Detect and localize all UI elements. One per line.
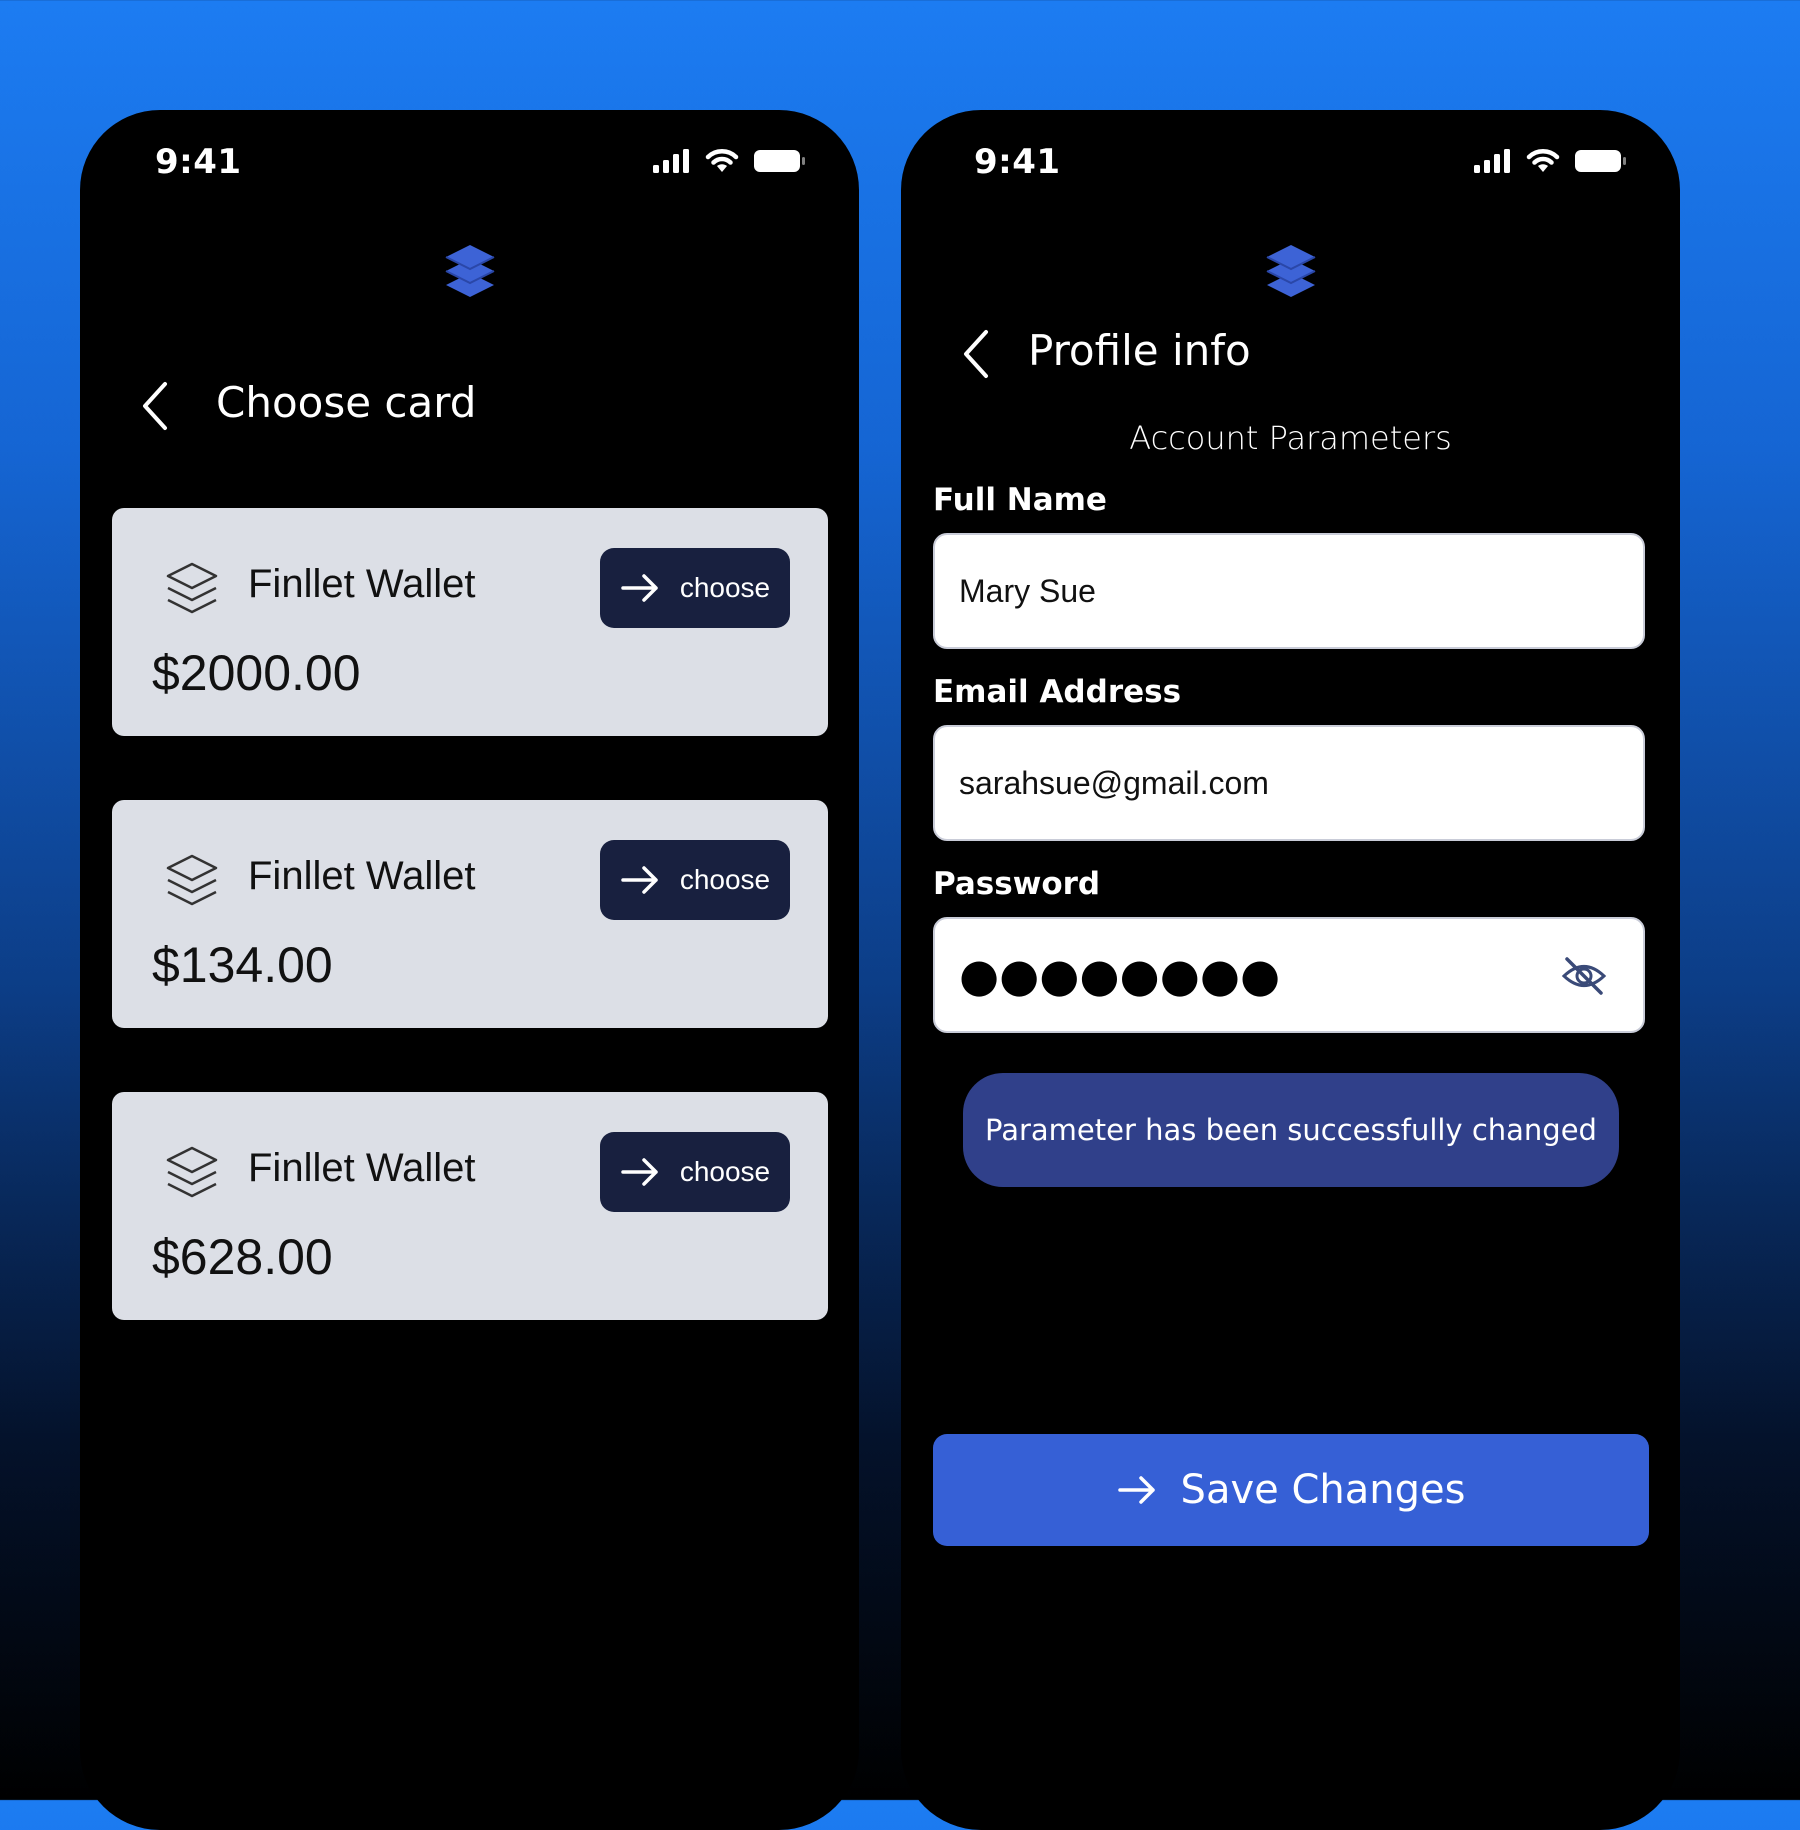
battery-icon — [754, 150, 805, 172]
password-field[interactable]: ●●●●●●●● — [933, 917, 1645, 1033]
status-icons — [653, 148, 807, 174]
stacked-layers-icon — [1265, 243, 1317, 303]
stack-outline-icon — [164, 560, 220, 622]
success-toast: Parameter has been successfully changed — [963, 1073, 1619, 1187]
section-title: Account Parameters — [1129, 419, 1452, 457]
full-name-input[interactable] — [959, 572, 1559, 610]
status-time: 9:41 — [974, 142, 1061, 182]
wallet-balance: $628.00 — [152, 1229, 333, 1285]
wallet-card[interactable]: Finllet Wallet $628.00 choose — [112, 1092, 828, 1320]
chevron-left-icon — [964, 330, 988, 378]
wifi-icon — [1526, 149, 1560, 172]
choose-button[interactable]: choose — [600, 840, 790, 920]
status-icons — [1474, 148, 1628, 174]
cellular-signal-icon — [1474, 149, 1510, 173]
save-changes-button[interactable]: Save Changes — [933, 1434, 1649, 1546]
page-title: Choose card — [216, 378, 477, 427]
email-label: Email Address — [933, 674, 1182, 710]
email-input[interactable] — [959, 764, 1559, 802]
wallet-card[interactable]: Finllet Wallet $134.00 choose — [112, 800, 828, 1028]
password-value[interactable]: ●●●●●●●● — [959, 948, 1280, 1002]
wallet-card[interactable]: Finllet Wallet $2000.00 choose — [112, 508, 828, 736]
email-field[interactable] — [933, 725, 1645, 841]
wallet-name: Finllet Wallet — [248, 1146, 476, 1190]
back-button[interactable] — [135, 380, 175, 436]
password-label: Password — [933, 866, 1101, 902]
stack-outline-icon — [164, 1144, 220, 1206]
wifi-icon — [705, 149, 739, 172]
wallet-name: Finllet Wallet — [248, 854, 476, 898]
page-title: Profile info — [1028, 326, 1251, 375]
stacked-layers-icon — [444, 243, 496, 303]
eye-off-icon[interactable] — [1561, 955, 1607, 1001]
arrow-right-icon — [621, 1158, 658, 1186]
status-time: 9:41 — [155, 142, 242, 182]
choose-button-label: choose — [679, 1156, 771, 1187]
cellular-signal-icon — [653, 149, 689, 173]
chevron-left-icon — [143, 382, 167, 430]
wallet-balance: $134.00 — [152, 937, 333, 993]
full-name-field[interactable] — [933, 533, 1645, 649]
phone-choose-card: 9:41 Choose card Finllet Wallet $2000.00… — [80, 110, 859, 1830]
choose-button-label: choose — [679, 572, 771, 603]
wallet-balance: $2000.00 — [152, 645, 361, 701]
full-name-label: Full Name — [933, 482, 1107, 518]
battery-icon — [1575, 150, 1626, 172]
arrow-right-icon — [1117, 1476, 1155, 1504]
stack-outline-icon — [164, 852, 220, 914]
choose-button[interactable]: choose — [600, 548, 790, 628]
phone-profile-info: 9:41 Profile info Account Parameters Ful… — [901, 110, 1680, 1830]
save-changes-label: Save Changes — [1180, 1467, 1466, 1513]
back-button[interactable] — [956, 328, 996, 384]
wallet-name: Finllet Wallet — [248, 562, 476, 606]
choose-button-label: choose — [679, 864, 771, 895]
choose-button[interactable]: choose — [600, 1132, 790, 1212]
arrow-right-icon — [621, 866, 658, 894]
arrow-right-icon — [621, 574, 658, 602]
